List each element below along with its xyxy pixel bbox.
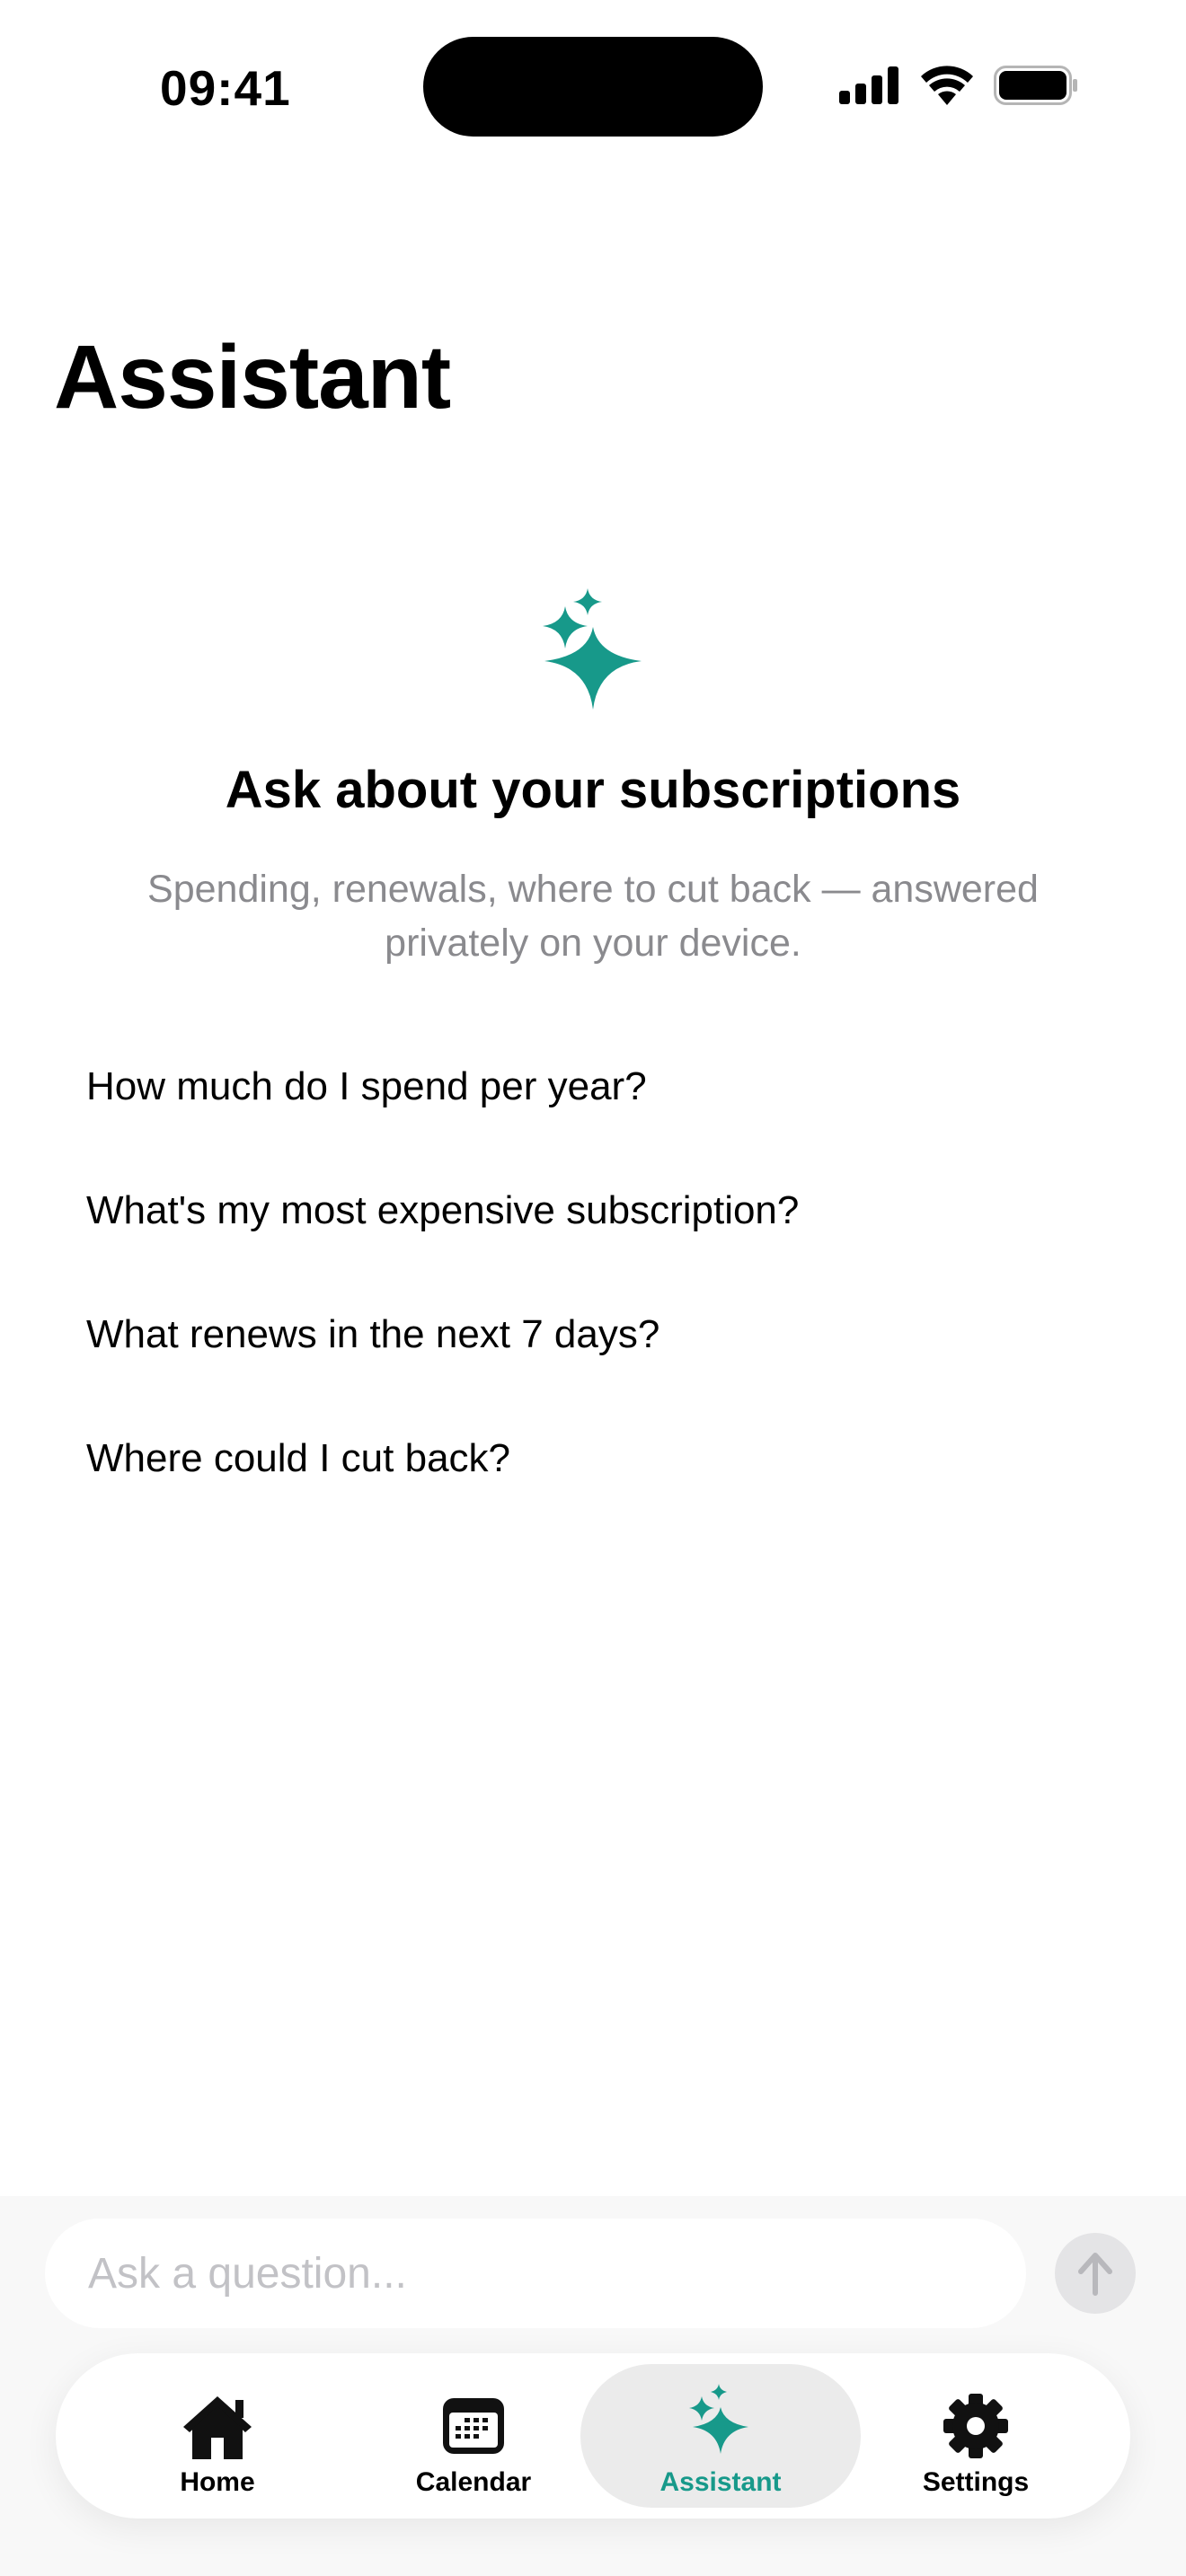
sparkles-icon	[543, 588, 642, 710]
tab-settings[interactable]: Settings	[841, 2364, 1111, 2508]
suggestion-item[interactable]: What's my most expensive subscription?	[86, 1175, 1102, 1299]
calendar-icon	[441, 2391, 506, 2461]
empty-state-subtitle: Spending, renewals, where to cut back — …	[147, 868, 1039, 965]
question-input[interactable]	[45, 2219, 1026, 2328]
suggestion-list: How much do I spend per year? What's my …	[86, 1051, 1102, 1547]
tab-label: Settings	[922, 2467, 1030, 2497]
tab-calendar[interactable]: Calendar	[339, 2364, 608, 2508]
home-icon	[180, 2391, 255, 2461]
tab-label: Home	[180, 2467, 255, 2497]
tab-label: Calendar	[415, 2467, 532, 2497]
tab-assistant[interactable]: Assistant	[580, 2364, 861, 2508]
status-time: 09:41	[160, 60, 291, 116]
suggestion-item[interactable]: Where could I cut back?	[86, 1423, 1102, 1547]
send-button[interactable]	[1055, 2233, 1136, 2314]
page-title: Assistant	[54, 327, 451, 428]
suggestion-item[interactable]: How much do I spend per year?	[86, 1051, 1102, 1175]
tab-home[interactable]: Home	[83, 2364, 352, 2508]
empty-state-title: Ask about your subscriptions	[225, 761, 961, 819]
status-icons	[839, 63, 1078, 108]
wifi-icon	[921, 66, 973, 105]
gear-icon	[943, 2391, 1009, 2461]
arrow-up-icon	[1078, 2253, 1112, 2296]
battery-icon	[994, 66, 1077, 105]
suggestion-item[interactable]: What renews in the next 7 days?	[86, 1299, 1102, 1423]
sparkles-icon	[689, 2384, 752, 2461]
tab-label: Assistant	[659, 2467, 782, 2497]
dynamic-island	[423, 37, 763, 137]
signal-icon	[839, 66, 898, 104]
tab-bar: Home Calendar Assistant Settings	[56, 2353, 1130, 2519]
